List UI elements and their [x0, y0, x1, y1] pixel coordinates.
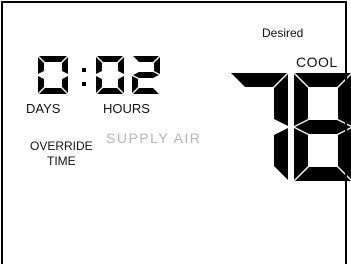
hours-digit-1 — [96, 56, 124, 94]
override-hours-digits — [96, 56, 160, 94]
setpoint-digit-2 — [294, 73, 351, 181]
segment-g — [295, 120, 351, 134]
segment-a — [133, 56, 159, 62]
days-digit-1 — [38, 56, 68, 94]
segment-d — [97, 88, 123, 94]
segment-g — [133, 72, 159, 78]
override-label-line2: TIME — [47, 154, 76, 168]
segment-c — [274, 128, 288, 180]
segment-d — [133, 88, 159, 94]
override-time-label: OVERRIDE TIME — [30, 139, 93, 169]
timer-colon — [82, 68, 86, 86]
setpoint-temperature — [231, 73, 351, 181]
hours-label: HOURS — [103, 101, 150, 116]
setpoint-digit-1 — [231, 73, 288, 180]
override-days-digits — [38, 56, 68, 94]
cool-mode-label: COOL — [296, 54, 338, 70]
supply-air-label: SUPPLY AIR — [106, 130, 202, 146]
override-label-line1: OVERRIDE — [30, 139, 93, 153]
desired-label: Desired — [262, 26, 304, 40]
hours-digit-2 — [132, 56, 160, 94]
days-label: DAYS — [26, 101, 61, 116]
segment-d — [39, 88, 67, 94]
segment-a — [39, 56, 67, 62]
segment-a — [97, 56, 123, 62]
